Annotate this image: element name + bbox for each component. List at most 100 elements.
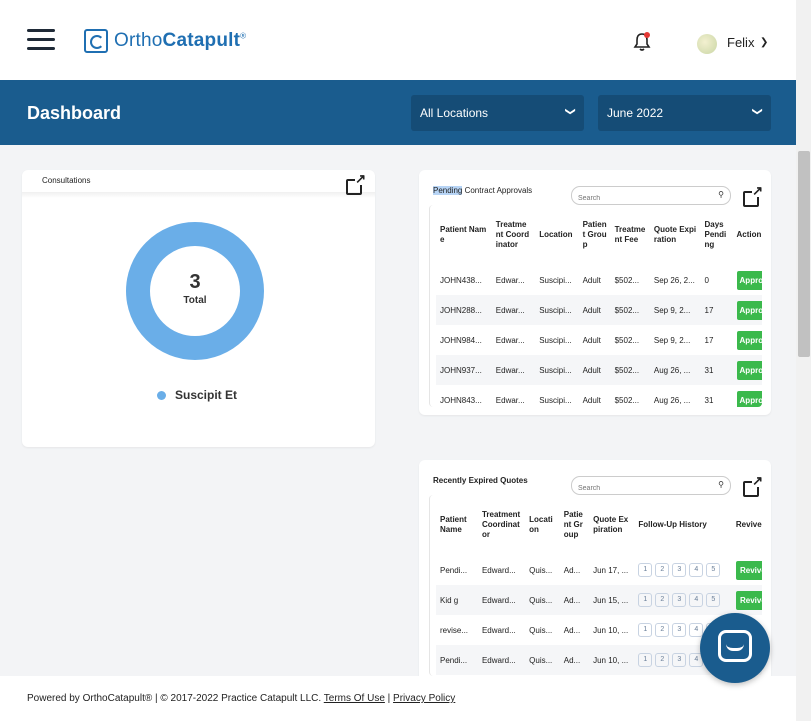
follow-up-step[interactable]: 3 <box>672 593 687 607</box>
follow-up-history: 12345 <box>634 555 732 585</box>
table-row: JOHN288... Edwar... Suscipi... Adult $502...… <box>436 295 762 325</box>
table-cell: Ad... <box>563 655 581 665</box>
follow-up-step[interactable]: 3 <box>672 653 687 667</box>
chevron-down-icon: ❯ <box>751 107 763 116</box>
logo-registered: ® <box>240 31 247 41</box>
table-cell: Sep 26, 2... <box>653 275 695 285</box>
table-cell: 17 <box>704 305 714 315</box>
follow-up-step[interactable]: 1 <box>638 653 653 667</box>
table-cell: Jun 10, ... <box>593 655 629 665</box>
column-header: Quote Expiration <box>593 515 629 534</box>
donut-total-value: 3 <box>189 271 201 293</box>
table-cell: Suscipi... <box>539 305 572 315</box>
table-cell: Adult <box>582 395 601 405</box>
table-cell: Adult <box>582 365 601 375</box>
table-cell: Approve <box>733 295 762 325</box>
table-cell: Kid g <box>440 595 459 605</box>
consultations-title: Consultations <box>42 176 91 185</box>
follow-up-step[interactable]: 1 <box>638 623 653 637</box>
approve-button[interactable]: Approve <box>736 300 762 320</box>
follow-up-step[interactable]: 2 <box>655 563 670 577</box>
table-header-row: Patient Name Treatment Coordinator Locatio… <box>436 205 762 265</box>
table-cell: Aug 26, ... <box>653 395 691 405</box>
approve-button[interactable]: Approve <box>736 360 762 380</box>
follow-up-step[interactable]: 4 <box>689 563 704 577</box>
table-cell: Ad... <box>563 625 581 635</box>
approve-button[interactable]: Approve <box>736 390 762 407</box>
follow-up-history: 12345 <box>634 585 732 615</box>
approve-button[interactable]: Approve <box>736 330 762 350</box>
scrollbar-thumb[interactable] <box>798 151 810 357</box>
search-icon[interactable]: ⚲ <box>718 190 724 199</box>
avatar[interactable] <box>697 34 717 54</box>
table-cell: Approve <box>733 385 762 407</box>
expired-quotes-title: Recently Expired Quotes <box>433 476 528 485</box>
follow-up-step[interactable]: 2 <box>655 653 670 667</box>
logo-text-a: Ortho <box>114 30 163 51</box>
table-cell: Edward... <box>481 625 516 635</box>
table-cell: Suscipi... <box>539 335 572 345</box>
revive-button[interactable]: Revive <box>735 560 762 580</box>
table-cell: JOHN438... <box>440 275 482 285</box>
open-external-icon[interactable] <box>346 173 366 195</box>
table-cell: 31 <box>704 365 714 375</box>
column-header: Treatment Coordinator <box>495 220 530 249</box>
scrollbar-track[interactable] <box>796 0 811 721</box>
user-name[interactable]: Felix <box>727 35 754 50</box>
table-cell: Jun 17, ... <box>593 565 629 575</box>
table-cell: $502... <box>614 365 640 375</box>
search-icon[interactable]: ⚲ <box>718 480 724 489</box>
month-select[interactable]: June 2022 ❯ <box>598 95 771 131</box>
table-row: JOHN438... Edwar... Suscipi... Adult $502...… <box>436 265 762 295</box>
table-cell: Quis... <box>529 625 553 635</box>
menu-icon[interactable] <box>27 29 55 51</box>
column-header: Quote Expiration <box>653 225 697 244</box>
table-row: JOHN843... Edwar... Suscipi... Adult $502...… <box>436 385 762 407</box>
terms-link[interactable]: Terms Of Use <box>324 693 385 704</box>
donut-total-label: Total <box>183 295 207 306</box>
table-cell: Edwar... <box>495 395 525 405</box>
logo-text-b: Catapult <box>162 30 241 51</box>
table-cell: Approve <box>733 325 762 355</box>
table-cell: Revive <box>732 585 762 615</box>
legend-swatch <box>157 391 166 400</box>
table-cell: 31 <box>704 395 714 405</box>
table-cell: Ad... <box>563 565 581 575</box>
follow-up-step[interactable]: 5 <box>706 563 721 577</box>
revive-button[interactable]: Revive <box>735 590 762 610</box>
table-cell: JOHN288... <box>440 305 482 315</box>
follow-up-step[interactable]: 2 <box>655 623 670 637</box>
table-row: JOHN937... Edwar... Suscipi... Adult $502...… <box>436 355 762 385</box>
table-cell: Edwar... <box>495 275 525 285</box>
follow-up-step[interactable]: 1 <box>638 593 653 607</box>
table-cell: Quis... <box>529 595 553 605</box>
approve-button[interactable]: Approve <box>736 270 762 290</box>
privacy-link[interactable]: Privacy Policy <box>393 693 455 704</box>
table-cell: Revive <box>732 555 762 585</box>
table-cell: 0 <box>704 275 709 285</box>
table-cell: $502... <box>614 275 640 285</box>
logo[interactable]: OrthoCatapult® <box>84 28 246 54</box>
chevron-down-icon: ❯ <box>564 107 576 116</box>
legend-label: Suscipit Et <box>175 388 238 402</box>
follow-up-step[interactable]: 3 <box>672 563 687 577</box>
follow-up-step[interactable]: 3 <box>672 623 687 637</box>
pending-search[interactable]: ⚲ <box>571 186 731 207</box>
follow-up-step[interactable]: 5 <box>706 593 721 607</box>
location-select[interactable]: All Locations ❯ <box>411 95 584 131</box>
table-cell: Jun 15, ... <box>593 595 629 605</box>
chevron-down-icon[interactable]: ❯ <box>760 37 768 48</box>
follow-up-step[interactable]: 1 <box>638 563 653 577</box>
table-cell: Pendi... <box>440 565 468 575</box>
table-cell: $502... <box>614 395 640 405</box>
table-cell: JOHN984... <box>440 335 482 345</box>
table-cell: Ad... <box>563 595 581 605</box>
follow-up-step[interactable]: 4 <box>689 593 704 607</box>
table-row: Pendi... Edward... Quis... Ad... Jun 17, ...… <box>436 555 762 585</box>
footer-text: Powered by OrthoCatapult® | © 2017-2022 … <box>27 693 455 704</box>
footer-sep: | <box>384 693 394 704</box>
expired-search[interactable]: ⚲ <box>571 476 731 497</box>
table-header-row: Patient Name Treatment Coordinator Locatio… <box>436 495 762 555</box>
follow-up-step[interactable]: 2 <box>655 593 670 607</box>
page-title: Dashboard <box>27 103 122 123</box>
